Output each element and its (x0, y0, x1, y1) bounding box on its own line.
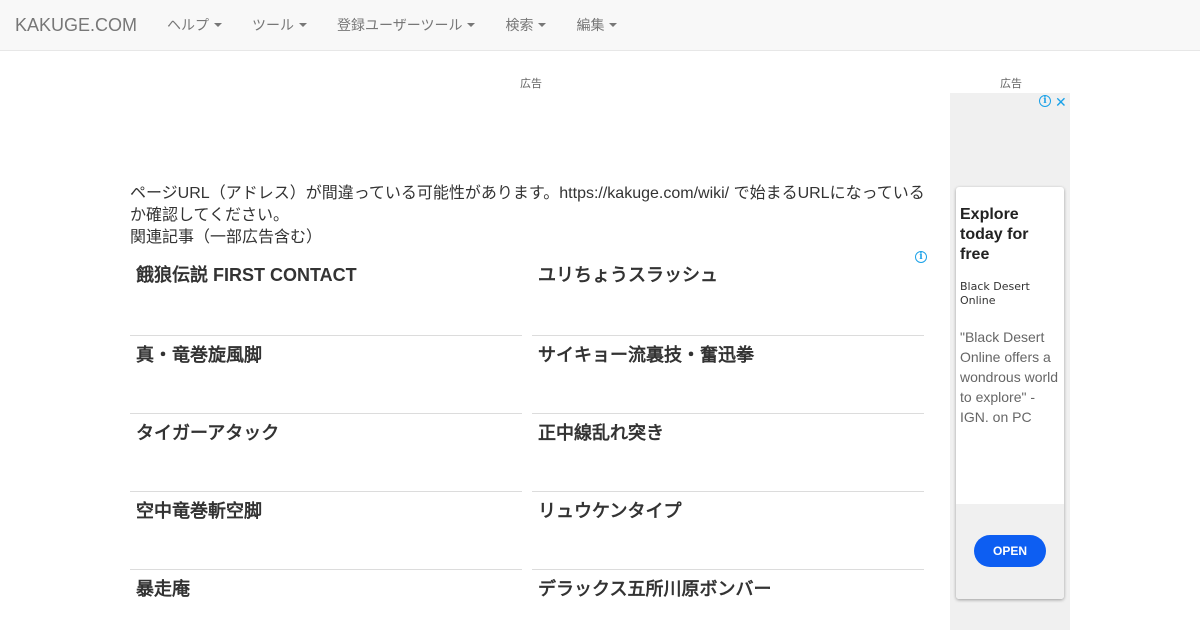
ad-footer: OPEN (956, 504, 1064, 599)
close-icon[interactable]: ✕ (1055, 95, 1067, 109)
related-item-label: 空中竜巻斬空脚 (136, 501, 262, 521)
ad-advertiser: Black Desert Online (960, 280, 1030, 307)
nav-dropdown-edit[interactable]: 編集 (561, 0, 632, 50)
nav-dropdown-help[interactable]: ヘルプ (152, 0, 237, 50)
related-item-label: ユリちょうスラッシュ (538, 265, 718, 285)
related-item-label: リュウケンタイプ (538, 501, 682, 521)
caret-down-icon (538, 23, 547, 27)
related-item[interactable]: 空中竜巻斬空脚 (130, 491, 522, 569)
ad-open-button[interactable]: OPEN (974, 535, 1046, 567)
navbar: KAKUGE.COM ヘルプ ツール 登録ユーザーツール 検索 編集 (0, 0, 1200, 51)
nav-item-label: 検索 (505, 17, 534, 33)
ad-headline[interactable]: Explore today for free (960, 205, 1062, 265)
ad-card[interactable]: Explore today for free Black Desert Onli… (956, 187, 1064, 599)
related-item-label: タイガーアタック (136, 423, 280, 443)
site-brand-link[interactable]: KAKUGE.COM (15, 14, 137, 36)
related-item[interactable]: 暴走庵 (130, 569, 522, 630)
nav-menu: ヘルプ ツール 登録ユーザーツール 検索 編集 (152, 0, 632, 50)
ad-label-main: 広告 (520, 78, 542, 90)
nav-item-label: ヘルプ (167, 17, 209, 33)
nav-dropdown-tools[interactable]: ツール (237, 0, 322, 50)
related-item[interactable]: ユリちょうスラッシュ (532, 257, 924, 335)
url-notice: ページURL（アドレス）が間違っている可能性があります。https://kaku… (130, 185, 925, 224)
related-item-label: サイキョー流裏技・奮迅拳 (538, 345, 754, 365)
ad-label-side: 広告 (1000, 78, 1022, 90)
related-item[interactable]: タイガーアタック (130, 413, 522, 491)
ad-body-text: "Black Desert Online offers a wondrous w… (960, 329, 1059, 425)
related-item-label: 正中線乱れ突き (538, 423, 664, 443)
caret-down-icon (609, 23, 618, 27)
nav-item-label: 登録ユーザーツール (337, 17, 463, 33)
nav-dropdown-search[interactable]: 検索 (490, 0, 561, 50)
adchoices-icon[interactable]: i (1039, 95, 1051, 107)
related-item[interactable]: 真・竜巻旋風脚 (130, 335, 522, 413)
related-item[interactable]: 餓狼伝説 FIRST CONTACT (130, 257, 522, 335)
nav-dropdown-user-tools[interactable]: 登録ユーザーツール (322, 0, 490, 50)
related-item[interactable]: リュウケンタイプ (532, 491, 924, 569)
caret-down-icon (214, 23, 222, 27)
related-item-label: 真・竜巻旋風脚 (136, 345, 262, 365)
related-item-label: 餓狼伝説 FIRST CONTACT (136, 265, 357, 285)
related-articles-heading: 関連記事（一部広告含む） (130, 229, 323, 246)
related-item-label: 暴走庵 (136, 579, 190, 599)
caret-down-icon (299, 23, 307, 27)
related-item-label: デラックス五所川原ボンバー (538, 579, 772, 599)
related-item[interactable]: デラックス五所川原ボンバー (532, 569, 924, 630)
related-item[interactable]: サイキョー流裏技・奮迅拳 (532, 335, 924, 413)
related-item[interactable]: 正中線乱れ突き (532, 413, 924, 491)
nav-item-label: 編集 (576, 17, 605, 33)
nav-item-label: ツール (252, 17, 294, 33)
caret-down-icon (467, 23, 476, 27)
